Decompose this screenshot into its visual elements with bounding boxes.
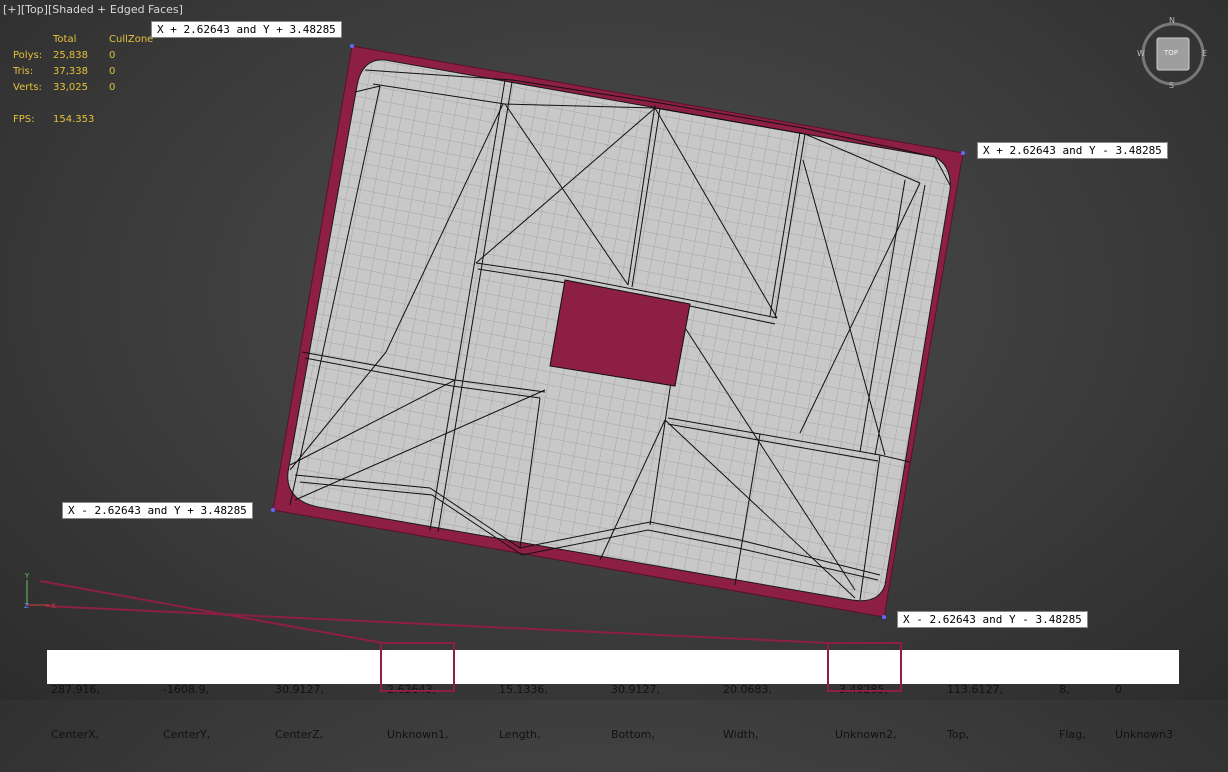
- highlight-unknown2: [827, 642, 902, 692]
- data-field-name: CenterZ,: [275, 728, 324, 741]
- data-field-name: Unknown2,: [835, 728, 897, 741]
- data-column-centerx: 287.916, CenterX,: [51, 652, 100, 772]
- data-column-bottom: 30.9127, Bottom,: [611, 652, 660, 772]
- data-column-centerz: 30.9127, CenterZ,: [275, 652, 324, 772]
- data-column-flag: 8, Flag,: [1059, 652, 1086, 772]
- data-field-name: Bottom,: [611, 728, 655, 741]
- data-column-width: 20.0683, Width,: [723, 652, 772, 772]
- leader-lines: [39, 580, 829, 644]
- data-value: 0: [1115, 683, 1122, 696]
- svg-text:Z: Z: [24, 602, 29, 610]
- data-field-name: Length,: [499, 728, 541, 741]
- compass-north-label[interactable]: N: [1169, 16, 1175, 25]
- data-field-name: Unknown1,: [387, 728, 449, 741]
- viewcube-top-face-label[interactable]: TOP: [1164, 49, 1178, 57]
- data-column-top: 113.6127, Top,: [947, 652, 1003, 772]
- viewcube[interactable]: TOP N E S W: [1137, 16, 1209, 90]
- data-column-centery: -1608.9, CenterY,: [163, 652, 210, 772]
- axis-gizmo: Y X Z: [24, 572, 56, 610]
- callout-bottom-right: X - 2.62643 and Y - 3.48285: [897, 611, 1088, 628]
- compass-west-label[interactable]: W: [1137, 49, 1145, 58]
- data-field-name: CenterY,: [163, 728, 211, 741]
- data-value: 30.9127,: [611, 683, 660, 696]
- callout-bottom-left: X - 2.62643 and Y + 3.48285: [62, 502, 253, 519]
- data-value: 8,: [1059, 683, 1070, 696]
- data-value: -1608.9,: [163, 683, 209, 696]
- svg-text:X: X: [51, 602, 56, 610]
- data-field-name: Unknown3: [1115, 728, 1174, 741]
- data-field-name: Top,: [947, 728, 970, 741]
- highlight-unknown1: [380, 642, 455, 692]
- data-output-bar: 287.916, CenterX, -1608.9, CenterY, 30.9…: [47, 642, 1179, 741]
- data-column-length: 15.1336, Length,: [499, 652, 548, 772]
- data-field-name: Width,: [723, 728, 759, 741]
- data-value: 20.0683,: [723, 683, 772, 696]
- compass-south-label[interactable]: S: [1169, 81, 1174, 90]
- data-value: 30.9127,: [275, 683, 324, 696]
- data-value: 15.1336,: [499, 683, 548, 696]
- callout-top-right: X + 2.62643 and Y - 3.48285: [977, 142, 1168, 159]
- data-field-name: CenterX,: [51, 728, 100, 741]
- svg-text:Y: Y: [24, 572, 30, 580]
- viewport-scene[interactable]: Y X Z: [0, 0, 1228, 700]
- callout-top-left: X + 2.62643 and Y + 3.48285: [151, 21, 342, 38]
- data-value: 287.916,: [51, 683, 100, 696]
- compass-east-label[interactable]: E: [1202, 49, 1207, 58]
- data-field-name: Flag,: [1059, 728, 1086, 741]
- data-column-unknown3: 0 Unknown3: [1115, 652, 1173, 772]
- data-value: 113.6127,: [947, 683, 1003, 696]
